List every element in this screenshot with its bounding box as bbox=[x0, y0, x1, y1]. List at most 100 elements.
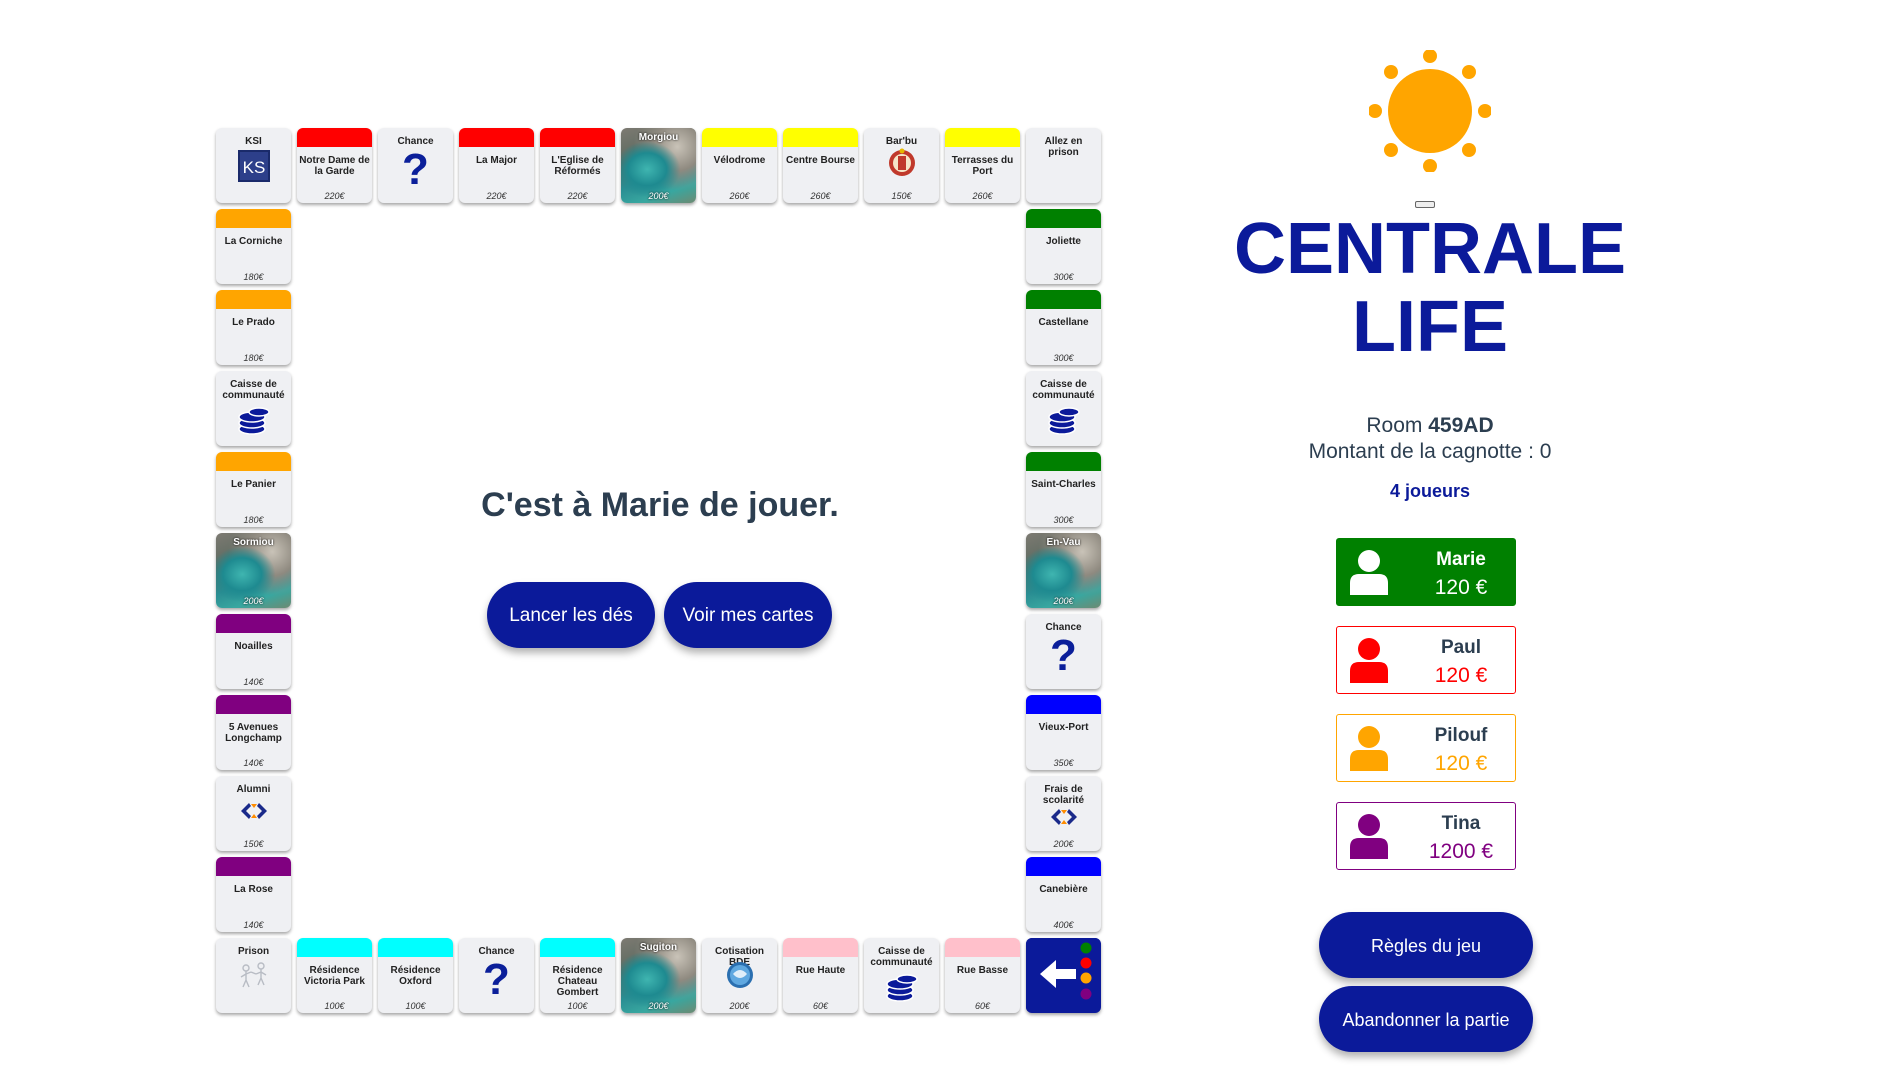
cell-name: L'Eglise de Réformés bbox=[551, 155, 604, 177]
board-cell-5-avenues-longchamp[interactable]: 5 Avenues Longchamp 140€ bbox=[216, 695, 291, 770]
sun-icon bbox=[1369, 50, 1491, 172]
color-band bbox=[1026, 209, 1101, 228]
alumni-logo-icon bbox=[239, 800, 269, 827]
cell-price: 140€ bbox=[243, 920, 264, 930]
cell-price: 260€ bbox=[972, 191, 993, 201]
board-cell-ksi[interactable]: KSI KS bbox=[216, 128, 291, 203]
prison-icon bbox=[237, 960, 271, 995]
board-cell-chance[interactable]: Chance? bbox=[378, 128, 453, 203]
color-band bbox=[783, 128, 858, 147]
cell-price: 180€ bbox=[243, 272, 264, 282]
question-mark-icon: ? bbox=[483, 955, 510, 1004]
bde-logo-icon bbox=[725, 960, 755, 995]
board-cell-joliette[interactable]: Joliette 300€ bbox=[1026, 209, 1101, 284]
color-band bbox=[540, 128, 615, 147]
theme-toggle[interactable] bbox=[1415, 201, 1435, 208]
cell-price: 220€ bbox=[324, 191, 345, 201]
board-cell-residence-chateau-gombert[interactable]: Résidence Chateau Gombert 100€ bbox=[540, 938, 615, 1013]
roll-dice-button[interactable]: Lancer les dés bbox=[487, 582, 655, 648]
rules-button[interactable]: Règles du jeu bbox=[1319, 912, 1533, 978]
player-name: Tina bbox=[1441, 813, 1481, 834]
quit-game-button[interactable]: Abandonner la partie bbox=[1319, 986, 1533, 1052]
cell-name: Résidence Chateau Gombert bbox=[552, 965, 603, 998]
room-code: 459AD bbox=[1428, 414, 1494, 437]
cell-price: 60€ bbox=[812, 1001, 829, 1011]
cell-price: 200€ bbox=[648, 191, 669, 201]
cell-name: Sugiton bbox=[639, 942, 678, 953]
board-cell-centre-bourse[interactable]: Centre Bourse 260€ bbox=[783, 128, 858, 203]
players-count: 4 joueurs bbox=[1389, 481, 1471, 501]
board-cell-frais-de-scolarite[interactable]: Frais de scolarité 200€ bbox=[1026, 776, 1101, 851]
color-band bbox=[702, 128, 777, 147]
board-cell-sormiou[interactable]: Sormiou 200€ bbox=[216, 533, 291, 608]
board-cell-residence-victoria-park[interactable]: Résidence Victoria Park 100€ bbox=[297, 938, 372, 1013]
board-cell-caisse-de-communaute[interactable]: Caisse de communauté bbox=[1026, 371, 1101, 446]
cell-name: Vélodrome bbox=[713, 155, 766, 166]
board-cell-terrasses-du-port[interactable]: Terrasses du Port 260€ bbox=[945, 128, 1020, 203]
board-cell-sugiton[interactable]: Sugiton 200€ bbox=[621, 938, 696, 1013]
board-cell-cotisation-bde[interactable]: Cotisation BDE200€ bbox=[702, 938, 777, 1013]
player-money: 120 € bbox=[1434, 576, 1488, 599]
cell-price: 100€ bbox=[405, 1001, 426, 1011]
board-cell-chance[interactable]: Chance? bbox=[459, 938, 534, 1013]
board-cell-chance[interactable]: Chance? bbox=[1026, 614, 1101, 689]
view-cards-button[interactable]: Voir mes cartes bbox=[664, 582, 832, 648]
board-cell-velodrome[interactable]: Vélodrome 260€ bbox=[702, 128, 777, 203]
board-cell-vieux-port[interactable]: Vieux-Port 350€ bbox=[1026, 695, 1101, 770]
board-cell-castellane[interactable]: Castellane 300€ bbox=[1026, 290, 1101, 365]
board-cell-caisse-de-communaute[interactable]: Caisse de communauté bbox=[864, 938, 939, 1013]
cell-price: 180€ bbox=[243, 515, 264, 525]
cell-name: Castellane bbox=[1038, 317, 1089, 328]
board-cell-le-prado[interactable]: Le Prado 180€ bbox=[216, 290, 291, 365]
coins-icon bbox=[1047, 405, 1081, 440]
cell-name: Rue Basse bbox=[956, 965, 1009, 976]
player-card-tina[interactable]: Tina 1200 € bbox=[1336, 802, 1516, 870]
board-cell-morgiou[interactable]: Morgiou 200€ bbox=[621, 128, 696, 203]
board-cell-residence-oxford[interactable]: Résidence Oxford 100€ bbox=[378, 938, 453, 1013]
player-card-paul[interactable]: Paul 120 € bbox=[1336, 626, 1516, 694]
cell-price: 300€ bbox=[1053, 515, 1074, 525]
player-money: 120 € bbox=[1434, 752, 1488, 775]
board-cell-alumni[interactable]: Alumni 150€ bbox=[216, 776, 291, 851]
board-cell-l-eglise-de-reformes[interactable]: L'Eglise de Réformés 220€ bbox=[540, 128, 615, 203]
board-cell-le-panier[interactable]: Le Panier 180€ bbox=[216, 452, 291, 527]
board-cell-bar-bu[interactable]: Bar'bu 150€ bbox=[864, 128, 939, 203]
color-band bbox=[297, 128, 372, 147]
board-cell-prison[interactable]: Prison bbox=[216, 938, 291, 1013]
player-card-pilouf[interactable]: Pilouf 120 € bbox=[1336, 714, 1516, 782]
user-icon bbox=[1350, 638, 1388, 683]
question-mark-icon: ? bbox=[1050, 631, 1077, 680]
cell-name: Morgiou bbox=[638, 132, 679, 143]
board-cell-noailles[interactable]: Noailles 140€ bbox=[216, 614, 291, 689]
board-cell-canebiere[interactable]: Canebière 400€ bbox=[1026, 857, 1101, 932]
cell-price: 180€ bbox=[243, 353, 264, 363]
color-band bbox=[216, 614, 291, 633]
user-icon bbox=[1350, 814, 1388, 859]
cell-price: 200€ bbox=[1053, 596, 1074, 606]
cell-name: Vieux-Port bbox=[1038, 722, 1089, 733]
board-cell-rue-basse[interactable]: Rue Basse 60€ bbox=[945, 938, 1020, 1013]
cell-price: 200€ bbox=[243, 596, 264, 606]
cell-price: 200€ bbox=[1053, 839, 1074, 849]
cell-name: Caisse de communauté bbox=[222, 379, 285, 401]
board-cell-la-major[interactable]: La Major 220€ bbox=[459, 128, 534, 203]
board-cell-saint-charles[interactable]: Saint-Charles 300€ bbox=[1026, 452, 1101, 527]
board-cell-la-rose[interactable]: La Rose 140€ bbox=[216, 857, 291, 932]
cell-name: Le Panier bbox=[230, 479, 277, 490]
color-band bbox=[216, 209, 291, 228]
coins-icon bbox=[237, 405, 271, 440]
board-cell-caisse-de-communaute[interactable]: Caisse de communauté bbox=[216, 371, 291, 446]
color-band bbox=[216, 452, 291, 471]
board-cell-notre-dame-de-la-garde[interactable]: Notre Dame de la Garde 220€ bbox=[297, 128, 372, 203]
player-card-marie[interactable]: Marie 120 € bbox=[1336, 538, 1516, 606]
cell-name: Saint-Charles bbox=[1031, 479, 1096, 490]
board-cell-en-vau[interactable]: En-Vau 200€ bbox=[1026, 533, 1101, 608]
cell-name: La Major bbox=[475, 155, 518, 166]
board-cell-start[interactable] bbox=[1026, 938, 1101, 1013]
board-cell-la-corniche[interactable]: La Corniche 180€ bbox=[216, 209, 291, 284]
color-band bbox=[1026, 695, 1101, 714]
cell-price: 260€ bbox=[729, 191, 750, 201]
board-cell-rue-haute[interactable]: Rue Haute 60€ bbox=[783, 938, 858, 1013]
cell-name: Caisse de communauté bbox=[1032, 379, 1095, 401]
board-cell-allez-en-prison[interactable]: Allez en prison bbox=[1026, 128, 1101, 203]
